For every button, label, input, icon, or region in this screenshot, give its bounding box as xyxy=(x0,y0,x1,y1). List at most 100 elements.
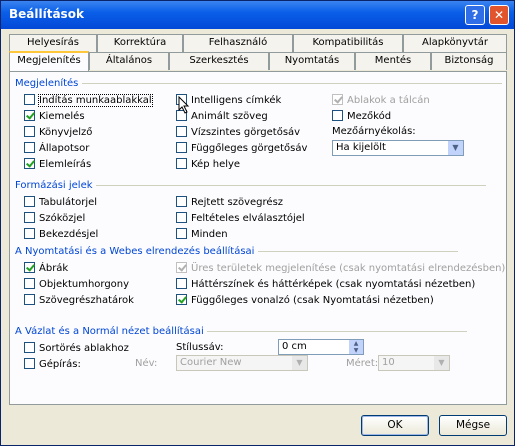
chevron-down-icon[interactable]: ▼ xyxy=(434,356,449,370)
tab-korrektura[interactable]: Korrektúra xyxy=(97,34,183,52)
tab-biztonsag[interactable]: Biztonság xyxy=(431,52,507,70)
checkbox-label: Kép helye xyxy=(191,159,241,170)
checkbox-ures-teruletek[interactable]: Üres területek megjelenítése (csak nyomt… xyxy=(176,262,505,274)
checkbox-box[interactable] xyxy=(176,294,187,305)
checkbox-box[interactable] xyxy=(176,228,187,239)
checkbox-szokozjel[interactable]: Szóközjel xyxy=(24,212,85,224)
checkbox-box[interactable] xyxy=(176,142,187,153)
section-title: Megjelenítés xyxy=(15,78,79,89)
ok-button[interactable]: OK xyxy=(361,415,429,436)
checkbox-box[interactable] xyxy=(176,158,187,169)
section-megjelenites: Megjelenítés xyxy=(15,78,502,89)
checkbox-box[interactable] xyxy=(24,278,35,289)
checkbox-box[interactable] xyxy=(24,158,35,169)
divider xyxy=(257,250,458,252)
font-name-select[interactable]: Courier New ▼ xyxy=(176,355,308,371)
checkbox-label: Szóközjel xyxy=(39,213,86,224)
checkbox-box[interactable] xyxy=(24,126,35,137)
tab-szerkesztes[interactable]: Szerkesztés xyxy=(169,52,269,70)
checkbox-label: Vízszintes görgetősáv xyxy=(191,127,301,138)
close-button[interactable]: ✕ xyxy=(489,5,509,25)
checkbox-box[interactable] xyxy=(24,94,35,105)
checkbox-box[interactable] xyxy=(176,196,187,207)
spin-down-icon[interactable]: ▼ xyxy=(349,347,363,354)
tab-megjelenites[interactable]: Megjelenítés xyxy=(9,51,89,71)
tab-row-2: Megjelenítés Általános Szerkesztés Nyomt… xyxy=(9,51,507,71)
stilussav-spinner[interactable]: 0 cm ▲ ▼ xyxy=(278,339,364,355)
tab-kompatibilitas[interactable]: Kompatibilitás xyxy=(293,34,403,52)
checkbox-label: Tabulátorjel xyxy=(39,197,98,208)
checkbox-box[interactable] xyxy=(24,262,35,273)
checkbox-abrak[interactable]: Ábrák xyxy=(24,262,68,274)
checkbox-box[interactable] xyxy=(24,294,35,305)
checkbox-box[interactable] xyxy=(332,94,343,105)
checkbox-kep-helye[interactable]: Kép helye xyxy=(176,158,240,170)
tab-felhasznalo[interactable]: Felhasználó xyxy=(183,34,293,52)
window-title: Beállítások xyxy=(9,7,84,21)
checkbox-szovegreszhatarok[interactable]: Szövegrészhatárok xyxy=(24,294,134,306)
checkbox-label: Kiemelés xyxy=(39,111,85,122)
checkbox-fuggoleges-gorgetosav[interactable]: Függőleges görgetősáv xyxy=(176,142,307,154)
chevron-down-icon[interactable]: ▼ xyxy=(448,141,463,155)
checkbox-box[interactable] xyxy=(176,126,187,137)
checkbox-box[interactable] xyxy=(176,212,187,223)
checkbox-inditas-munkaablakkal[interactable]: Indítás munkaablakkal xyxy=(24,94,153,107)
section-formazasi-jelek: Formázási jelek xyxy=(15,180,486,191)
checkbox-label: Háttérszínek és háttérképek (csak nyomta… xyxy=(191,279,476,290)
checkbox-label: Objektumhorgony xyxy=(39,279,130,290)
tab-helyesiras[interactable]: Helyesírás xyxy=(9,34,97,52)
checkbox-rejtett-szovegresz[interactable]: Rejtett szövegrész xyxy=(176,196,283,208)
checkbox-kiemeles[interactable]: Kiemelés xyxy=(24,110,85,122)
tab-mentes[interactable]: Mentés xyxy=(355,52,431,70)
tab-nyomtatas[interactable]: Nyomtatás xyxy=(269,52,355,70)
checkbox-box[interactable] xyxy=(24,212,35,223)
checkbox-gepiras[interactable]: Gépírás: xyxy=(24,358,81,370)
checkbox-vizszintes-gorgetosav[interactable]: Vízszintes görgetősáv xyxy=(176,126,300,138)
checkbox-box[interactable] xyxy=(24,358,35,369)
tab-alapkonyvtar[interactable]: Alapkönyvtár xyxy=(403,34,507,52)
spinner-value: 0 cm xyxy=(282,341,307,352)
checkbox-box[interactable] xyxy=(24,142,35,153)
section-title: A Vázlat és a Normál nézet beállításai xyxy=(15,326,204,337)
spin-up-icon[interactable]: ▲ xyxy=(349,340,363,347)
checkbox-box[interactable] xyxy=(24,228,35,239)
checkbox-label: Intelligens címkék xyxy=(191,95,282,106)
checkbox-objektumhorgony[interactable]: Objektumhorgony xyxy=(24,278,129,290)
chevron-down-icon[interactable]: ▼ xyxy=(292,356,307,370)
checkbox-intelligens-cimkek[interactable]: Intelligens címkék xyxy=(176,94,281,106)
checkbox-label: Könyvjelző xyxy=(39,127,93,138)
checkbox-label: Rejtett szövegrész xyxy=(191,197,284,208)
checkbox-label: Feltételes elválasztójel xyxy=(191,213,305,224)
checkbox-box[interactable] xyxy=(332,110,343,121)
checkbox-box[interactable] xyxy=(24,342,35,353)
checkbox-tabulatorjel[interactable]: Tabulátorjel xyxy=(24,196,97,208)
checkbox-felteteles-elvalasztojel[interactable]: Feltételes elválasztójel xyxy=(176,212,305,224)
checkbox-minden[interactable]: Minden xyxy=(176,228,228,240)
checkbox-hatterszinek[interactable]: Háttérszínek és háttérképek (csak nyomta… xyxy=(176,278,475,290)
checkbox-konyvjelzo[interactable]: Könyvjelző xyxy=(24,126,92,138)
font-size-select[interactable]: 10 ▼ xyxy=(378,355,450,371)
help-button[interactable]: ? xyxy=(465,5,485,25)
checkbox-box[interactable] xyxy=(24,196,35,207)
checkbox-bekezdesjel[interactable]: Bekezdésjel xyxy=(24,228,98,240)
select-value: Courier New xyxy=(180,357,242,368)
cancel-button[interactable]: Mégse xyxy=(439,415,507,436)
checkbox-label: Ábrák xyxy=(39,263,69,274)
checkbox-sortores-ablakhoz[interactable]: Sortörés ablakhoz xyxy=(24,342,129,354)
tab-altalanos[interactable]: Általános xyxy=(89,52,169,70)
checkbox-allapotsor[interactable]: Állapotsor xyxy=(24,142,89,154)
checkbox-box[interactable] xyxy=(176,278,187,289)
nev-label: Név: xyxy=(135,358,158,369)
checkbox-ablakok-a-talcan[interactable]: Ablakok a tálcán xyxy=(332,94,430,106)
checkbox-label: Üres területek megjelenítése (csak nyomt… xyxy=(191,263,506,274)
checkbox-box[interactable] xyxy=(176,262,187,273)
tab-row-1: Helyesírás Korrektúra Felhasználó Kompat… xyxy=(9,34,507,52)
checkbox-elemleiras[interactable]: Elemleírás xyxy=(24,158,91,170)
checkbox-label: Ablakok a tálcán xyxy=(347,95,430,106)
checkbox-label: Állapotsor xyxy=(39,143,90,154)
checkbox-mezokod[interactable]: Mezőkód xyxy=(332,110,391,122)
checkbox-label: Elemleírás xyxy=(39,159,92,170)
mezoarnyekolas-select[interactable]: Ha kijelölt ▼ xyxy=(332,140,464,156)
checkbox-box[interactable] xyxy=(24,110,35,121)
checkbox-fuggoleges-vonalzo[interactable]: Függőleges vonalzó (csak Nyomtatási néze… xyxy=(176,294,434,306)
